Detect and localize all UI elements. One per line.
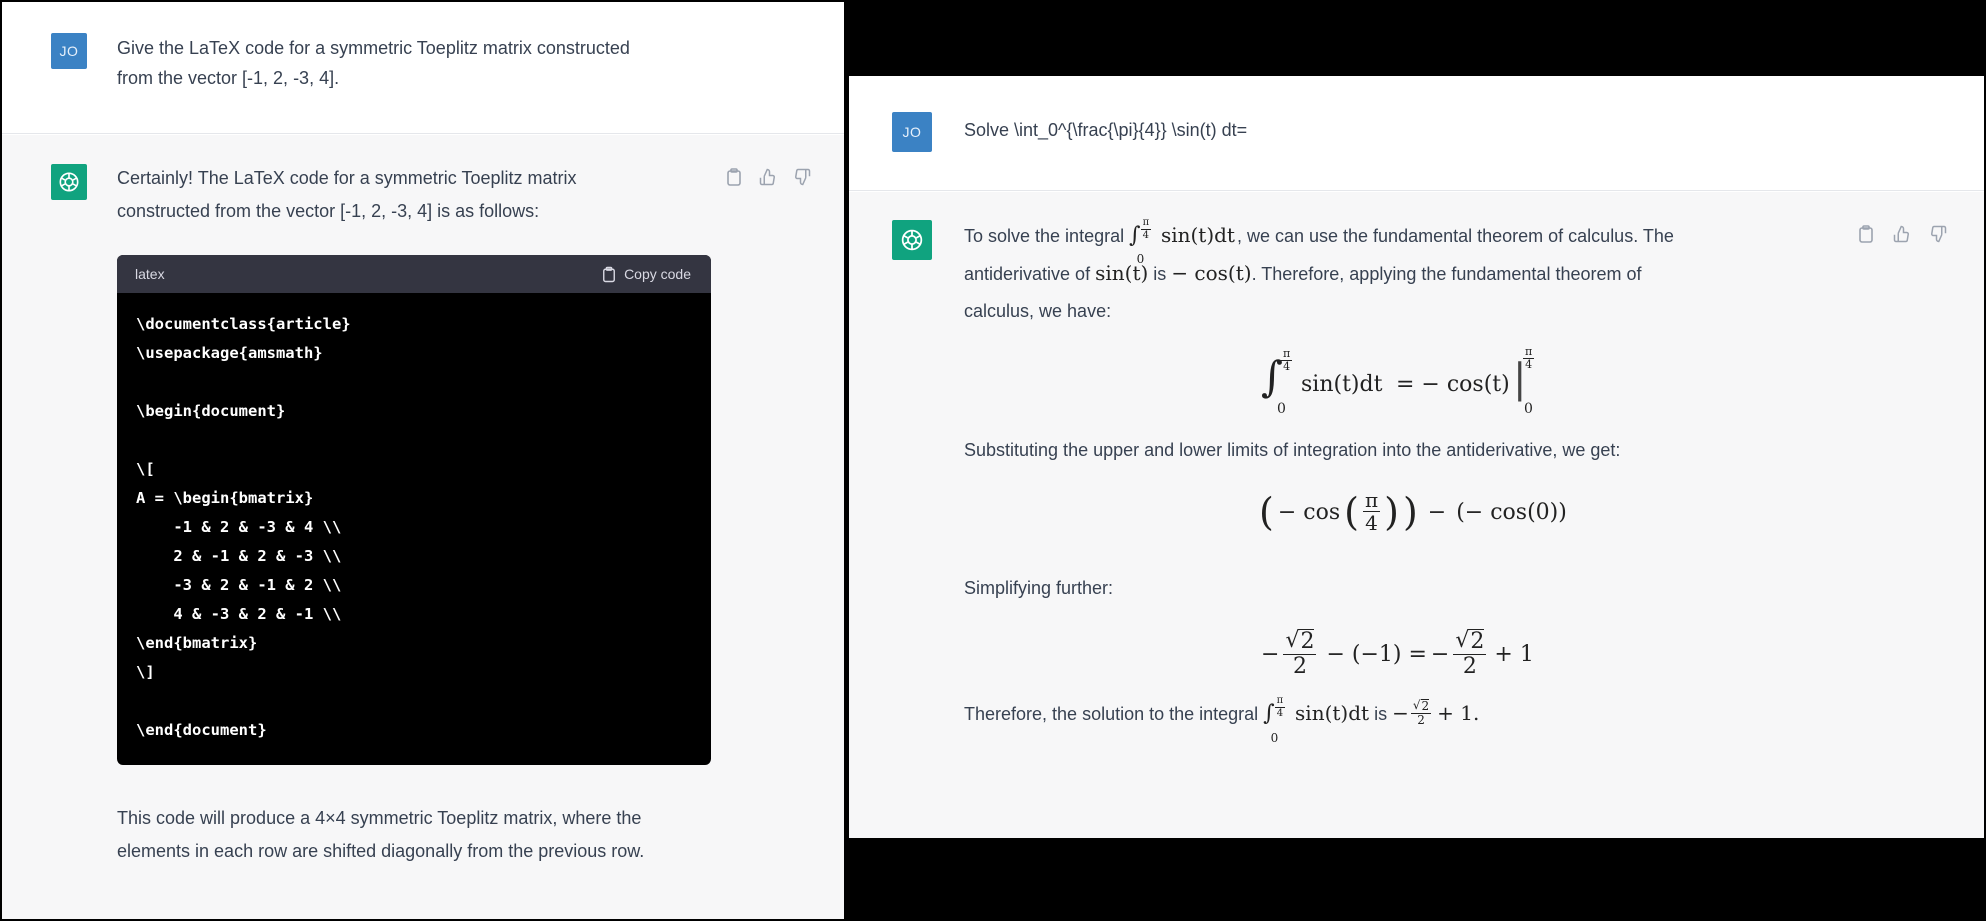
left-chat-panel: JO Give the LaTeX code for a symmetric T… [0,0,846,921]
assistant-message: Certainly! The LaTeX code for a symmetri… [2,135,844,919]
assistant-paragraph-2: Substituting the upper and lower limits … [964,440,1621,460]
user-message: JO Give the LaTeX code for a symmetric T… [2,2,844,134]
equation-simplified: − √ 2 2 − (−1) = − √ 2 2 + 1 [1261,627,1534,679]
code-line: \[ [136,460,155,478]
openai-logo-icon [892,220,932,260]
message-actions [724,167,812,187]
assistant-paragraph-1: To solve the integral ∫ π 4 0 sin(t)dt , we… [964,217,1674,321]
clipboard-icon [603,266,616,282]
clipboard-icon[interactable] [724,167,744,187]
right-chat-panel: JO Solve \int_0^{\frac{\pi}{4}} \sin(t) … [847,74,1986,840]
equation-substitution: ( − cos ( π4 ) ) − (− cos(0)) [1259,488,1567,535]
code-line: \end{bmatrix} [136,634,258,652]
code-header: latex Copy code [117,255,711,293]
assistant-paragraph-4: Therefore, the solution to the integral … [964,695,1480,745]
user-message: JO Solve \int_0^{\frac{\pi}{4}} \sin(t) … [849,76,1984,191]
thumbs-up-icon[interactable] [758,167,778,187]
code-line: \usepackage{amsmath} [136,344,323,362]
user-message-text: Give the LaTeX code for a symmetric Toep… [117,38,630,88]
code-content: \documentclass{article} \usepackage{amsm… [117,293,711,762]
code-line: A = \begin{bmatrix} [136,489,314,507]
code-line: \documentclass{article} [136,315,351,333]
user-avatar: JO [892,112,932,152]
code-block: latex Copy code \documentclass{article} … [117,255,711,765]
code-line: 4 & -3 & 2 & -1 \\ [136,605,342,623]
code-line: 2 & -1 & 2 & -3 \\ [136,547,342,565]
message-actions [1856,224,1948,244]
thumbs-down-icon[interactable] [792,167,812,187]
code-line: -3 & 2 & -1 & 2 \\ [136,576,342,594]
code-line: \end{document} [136,721,267,739]
clipboard-icon[interactable] [1856,224,1876,244]
inline-integral: ∫ π 4 0 sin(t)dt [1129,217,1235,266]
thumbs-down-icon[interactable] [1928,224,1948,244]
code-line: \] [136,663,155,681]
copy-code-button[interactable]: Copy code [602,266,691,283]
code-line: -1 & 2 & -3 & 4 \\ [136,518,342,536]
assistant-paragraph-3: Simplifying further: [964,578,1114,598]
assistant-outro-text: This code will produce a 4×4 symmetric T… [117,808,645,861]
assistant-intro-text: Certainly! The LaTeX code for a symmetri… [117,168,577,221]
assistant-message: To solve the integral ∫ π 4 0 sin(t)dt , we… [849,192,1984,838]
openai-logo-icon [51,164,87,200]
user-message-text: Solve \int_0^{\frac{\pi}{4}} \sin(t) dt= [964,120,1248,140]
thumbs-up-icon[interactable] [1892,224,1912,244]
code-language-label: latex [135,266,165,282]
code-line: \begin{document} [136,402,286,420]
user-avatar: JO [51,33,87,69]
